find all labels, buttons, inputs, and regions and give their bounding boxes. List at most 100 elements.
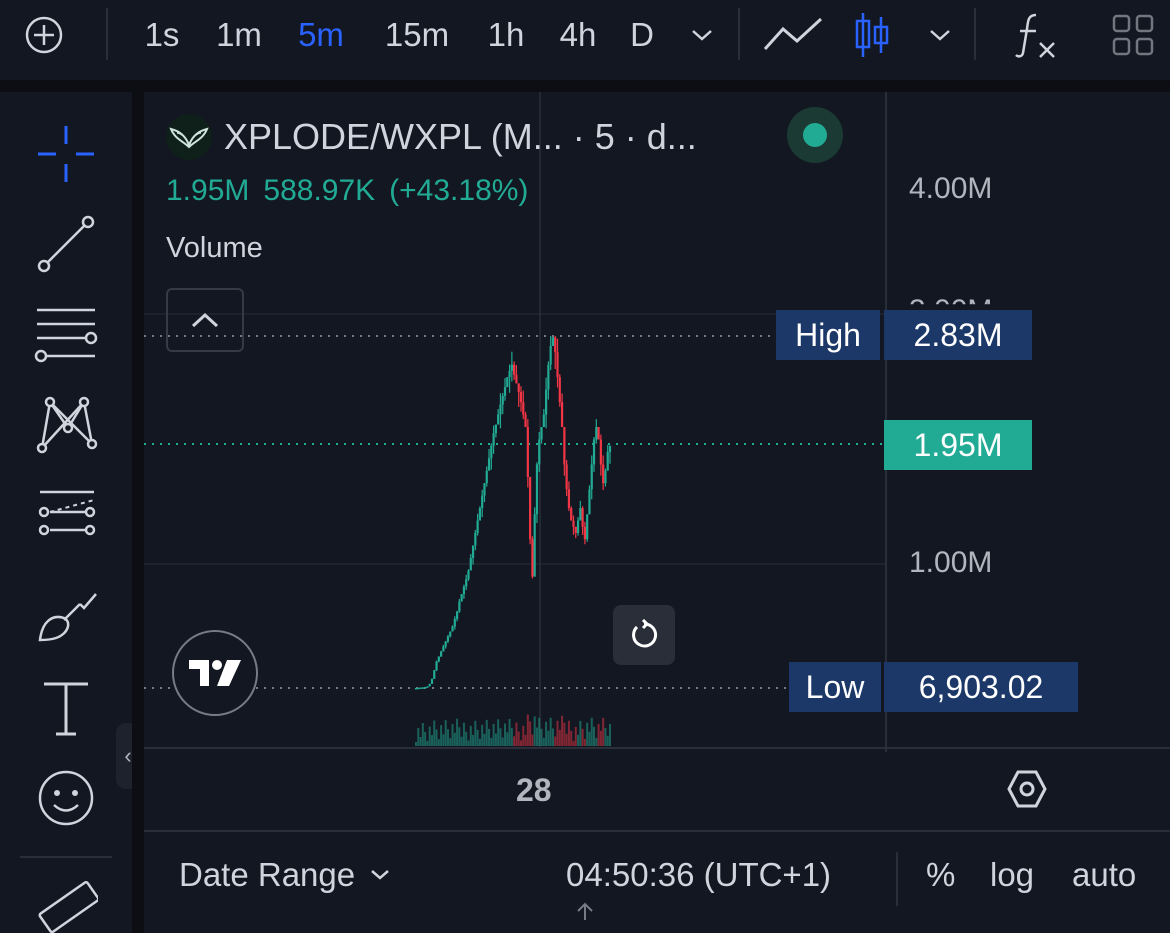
collapse-legend-button[interactable] [166,288,244,352]
panel-gap [132,92,144,933]
volume-bar [435,729,438,746]
volume-bar [481,724,484,746]
change-value: 588.97K [263,174,376,207]
candle-body [519,392,523,403]
candle-body [554,337,557,353]
candle-body [595,427,598,440]
symbol-title[interactable]: XPLODE/WXPL (M... · 5 · d... [224,116,697,158]
interval-15m[interactable]: 15m [374,12,460,58]
volume-label[interactable]: Volume [166,232,263,265]
symbol-legend[interactable]: XPLODE/WXPL (M... · 5 · d... [166,114,697,160]
reset-chart-button[interactable] [613,605,675,665]
volume-bar [533,716,536,746]
candle-body [433,670,436,679]
candle-body [560,402,564,428]
interval-4h[interactable]: 4h [552,12,604,58]
low-label: Low [789,662,881,712]
volume-bar [522,725,525,746]
log-scale-button[interactable]: log [990,856,1034,894]
date-range-button[interactable]: Date Range [179,856,391,894]
candle-body [565,464,568,490]
volume-bar [467,740,470,746]
pattern-icon[interactable] [30,388,102,460]
tradingview-logo[interactable] [172,630,258,716]
interval-1s[interactable]: 1s [136,12,188,58]
volume-bar [506,732,509,746]
volume-bar [494,733,497,746]
percent-scale-button[interactable]: % [926,856,955,894]
volume-bar [458,727,461,746]
interval-1m[interactable]: 1m [208,12,270,58]
top-toolbar: 1s 1m 5m 15m 1h 4h D [0,0,1170,80]
volume-bar [586,722,589,746]
settings-icon[interactable] [1006,768,1048,810]
candle-body [492,433,495,446]
volume-bar [476,729,479,746]
fib-levels-icon[interactable] [30,298,102,370]
volume-bar [561,715,564,746]
volume-bar [563,722,566,746]
volume-bar [538,717,541,746]
candle-body [506,377,509,388]
add-symbol-icon[interactable] [20,12,68,58]
candle-body [465,579,468,587]
chevron-down-icon[interactable] [922,12,958,58]
chevron-down-icon[interactable] [684,12,720,58]
line-chart-icon[interactable] [762,12,824,58]
candle-body [476,520,479,534]
candle-body [424,686,427,689]
text-icon[interactable] [30,672,102,744]
forecast-icon[interactable] [30,478,102,550]
volume-bar [415,741,417,746]
candle-body [442,646,445,652]
candle-body [487,458,491,471]
interval-5m[interactable]: 5m [290,12,352,58]
volume-bar [588,731,591,746]
candle-body [478,508,482,521]
candle-body [540,427,543,440]
separator [896,852,898,906]
candle-body [497,414,500,425]
reset-icon [632,619,658,648]
volume-bar [497,719,500,746]
candlestick-icon[interactable] [846,12,898,58]
token-logo [166,114,212,160]
trend-line-icon[interactable] [30,208,102,280]
auto-scale-button[interactable]: auto [1072,856,1136,894]
volume-bar [426,740,429,746]
time-axis-label: 28 [516,772,552,808]
volume-bar [515,722,518,746]
candle-body [485,470,488,484]
candle-body [535,464,539,515]
volume-bar [535,727,538,746]
brush-icon[interactable] [30,582,102,654]
candle-body [440,651,443,657]
panel-gap [0,80,1170,92]
clock-timezone[interactable]: 04:50:36 (UTC+1) [566,856,831,894]
candle-body [570,508,573,521]
candle-body [574,526,577,534]
volume-bar [462,722,465,746]
market-status-icon[interactable] [787,107,843,163]
layout-grid-icon[interactable] [1108,12,1158,58]
candle-body [453,619,456,627]
candle-body [586,514,589,540]
ruler-icon[interactable] [30,876,102,933]
crosshair-icon[interactable] [30,118,102,190]
indicators-fx-icon[interactable] [1010,12,1062,58]
volume-bar [446,729,449,746]
volume-bar [483,733,486,746]
emoji-icon[interactable] [30,762,102,834]
volume-bar [465,731,468,746]
candle-body [576,520,580,534]
candle-body [444,641,447,647]
candle-body [597,427,600,440]
interval-1h[interactable]: 1h [480,12,532,58]
chart-pane[interactable]: XPLODE/WXPL (M... · 5 · d... 1.95M 588.97… [144,92,1170,933]
candle-body [467,570,470,580]
candle-body [531,539,534,577]
candle-body [579,508,582,521]
volume-bar [424,731,427,746]
interval-d[interactable]: D [624,12,660,58]
volume-bar [609,723,611,746]
